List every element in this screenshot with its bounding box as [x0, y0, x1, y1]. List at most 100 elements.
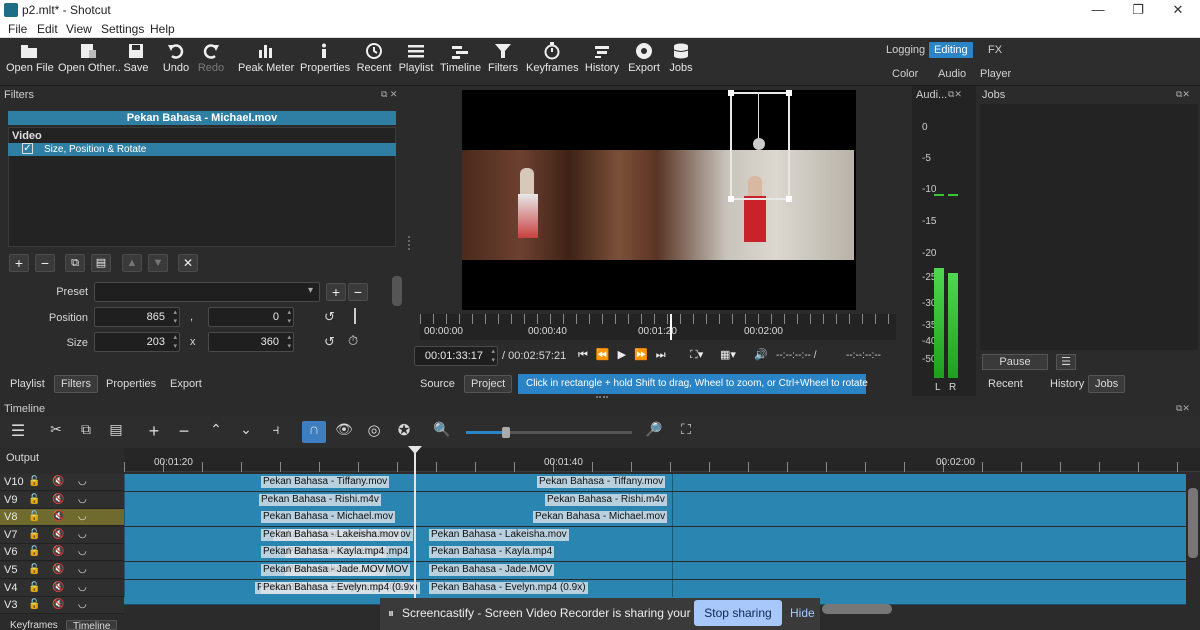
mute-icon[interactable]: 🔇	[52, 476, 64, 487]
layout-color[interactable]: Color	[892, 68, 918, 80]
properties-button[interactable]: Properties	[300, 42, 350, 74]
resize-handle-bottom-left[interactable]	[728, 196, 734, 202]
hide-track-icon[interactable]: ◡	[78, 529, 87, 540]
keyframes-button[interactable]: Keyframes	[526, 42, 579, 74]
filters-button[interactable]: Filters	[486, 42, 520, 74]
remove-filter-button[interactable]: −	[35, 254, 55, 272]
tab-timeline[interactable]: Timeline	[66, 620, 118, 630]
timeline-clip[interactable]: Pekan Bahasa - Rishi.m4v	[124, 492, 672, 509]
splitter-handle-bottom[interactable]	[596, 396, 608, 398]
track-v10[interactable]: Pekan Bahasa - Tiffany.mov Pekan Bahasa -…	[124, 474, 1186, 491]
track-header-v3[interactable]: V3 🔓 🔇 ◡	[0, 597, 124, 614]
lock-icon[interactable]: 🔓	[28, 564, 40, 575]
reset-size-icon[interactable]: ↺	[324, 334, 335, 350]
track-v8[interactable]: Pekan Bahasa - Michael.mov Pekan Bahasa -…	[124, 509, 1186, 526]
rewind-icon[interactable]: ⏪	[596, 349, 618, 361]
position-y-input[interactable]: 0	[208, 307, 294, 327]
append-icon[interactable]: +	[142, 421, 166, 443]
tab-jobs[interactable]: Jobs	[1088, 375, 1126, 393]
hide-banner-link[interactable]: Hide	[790, 606, 815, 620]
timeline-clip[interactable]: Pekan Bahasa - Rishi.m4v	[259, 492, 1186, 509]
jobs-dock-icons[interactable]: ⧉✕	[1176, 89, 1190, 100]
scrub-icon[interactable]: 👁	[332, 421, 356, 443]
player-ruler[interactable]: 00:00:00 00:00:40 00:01:20 00:02:00	[420, 314, 896, 340]
timeline-clip[interactable]: Pekan Bahasa - Lakeisha.mov	[414, 527, 672, 544]
reset-position-icon[interactable]: ↺	[324, 309, 335, 325]
tab-export[interactable]: Export	[164, 376, 208, 392]
track-header-v10[interactable]: V10 🔓 🔇 ◡	[0, 474, 124, 491]
filter-item-size-position-rotate[interactable]: ✓ Size, Position & Rotate	[8, 143, 396, 156]
lift-icon[interactable]: ⌃	[204, 421, 228, 443]
track-header-v7[interactable]: V7 🔓 🔇 ◡	[0, 527, 124, 544]
add-filter-button[interactable]: +	[9, 254, 29, 272]
timeline-playhead[interactable]	[414, 448, 416, 598]
jobs-menu-icon[interactable]: ☰	[1056, 354, 1076, 370]
resize-handle-bottom-right[interactable]	[786, 196, 792, 202]
timeline-ruler[interactable]: 00:01:20 00:01:40 00:02:00	[124, 448, 1200, 472]
fast-forward-icon[interactable]: ⏩	[634, 349, 656, 361]
filters-scrollbar[interactable]	[392, 276, 402, 306]
hide-track-icon[interactable]: ◡	[78, 511, 87, 522]
timeline-horizontal-scrollbar[interactable]	[822, 604, 892, 614]
peak-meter-button[interactable]: Peak Meter	[238, 42, 294, 74]
mute-icon[interactable]: 🔇	[52, 546, 64, 557]
layout-audio[interactable]: Audio	[938, 68, 966, 80]
layout-player[interactable]: Player	[980, 68, 1011, 80]
track-v5[interactable]: Pekan Bahasa - Jade.MOV Pekan Bahasa - Ja…	[124, 562, 1186, 579]
track-v9[interactable]: Pekan Bahasa - Rishi.m4v Pekan Bahasa - R…	[124, 492, 1186, 509]
resize-handle-top-left[interactable]	[728, 90, 734, 96]
split-icon[interactable]: ⫞	[264, 421, 288, 443]
tab-playlist[interactable]: Playlist	[4, 376, 51, 392]
timeline-vertical-scrollbar[interactable]	[1188, 488, 1198, 558]
paste-icon[interactable]: ▤	[104, 421, 128, 443]
preset-combo[interactable]	[94, 282, 320, 302]
tab-keyframes[interactable]: Keyframes	[4, 620, 64, 630]
jobs-button[interactable]: Jobs	[666, 42, 696, 74]
splitter-handle[interactable]	[408, 236, 410, 250]
stop-sharing-button[interactable]: Stop sharing	[694, 600, 782, 626]
recent-button[interactable]: Recent	[356, 42, 392, 74]
track-header-v9[interactable]: V9 🔓 🔇 ◡	[0, 492, 124, 509]
timeline-clip[interactable]: Pekan Bahasa - Jade.MOV	[261, 562, 1186, 579]
menu-edit[interactable]: Edit	[37, 22, 58, 36]
mute-icon[interactable]: 🔇	[52, 494, 64, 505]
current-time-input[interactable]: 00:01:33:17	[414, 346, 498, 366]
track-v4[interactable]: Pekan Bahasa - Evelyn.mp4 (0.9x) Pekan Ba…	[124, 580, 1186, 597]
timeline-clip[interactable]: Pekan Bahasa - Lakeisha.mov	[261, 527, 1186, 544]
timeline-clip[interactable]: Pekan Bahasa - Jade.MOV	[414, 562, 672, 579]
minimize-icon[interactable]: —	[1078, 0, 1118, 20]
tab-recent[interactable]: Recent	[982, 376, 1029, 392]
mute-icon[interactable]: 🔇	[52, 564, 64, 575]
keyframe-toggle-position[interactable]	[354, 308, 356, 324]
video-preview[interactable]	[462, 90, 856, 310]
timeline-clip[interactable]: Pekan Bahasa - Michael.mov	[261, 509, 1186, 526]
hide-track-icon[interactable]: ◡	[78, 582, 87, 593]
zoom-slider[interactable]	[466, 427, 632, 438]
ripple-all-tracks-icon[interactable]: ✪	[392, 421, 416, 443]
zoom-in-icon[interactable]: 🔎	[642, 421, 666, 443]
track-header-v5[interactable]: V5 🔓 🔇 ◡	[0, 562, 124, 579]
lock-icon[interactable]: 🔓	[28, 476, 40, 487]
restore-icon[interactable]: ❐	[1118, 0, 1158, 20]
open-other-button[interactable]: Open Other..	[58, 42, 121, 74]
menu-view[interactable]: View	[66, 22, 92, 36]
lock-icon[interactable]: 🔓	[28, 494, 40, 505]
track-header-v6[interactable]: V6 🔓 🔇 ◡	[0, 544, 124, 561]
undo-button[interactable]: Undo	[162, 42, 190, 74]
layout-logging[interactable]: Logging	[886, 44, 925, 56]
track-v6[interactable]: Pekan Bahasa - Kayla.mp4 Pekan Bahasa - K…	[124, 544, 1186, 561]
timeline-clip[interactable]: Pekan Bahasa - Michael.mov	[124, 509, 672, 526]
hide-track-icon[interactable]: ◡	[78, 564, 87, 575]
tab-properties[interactable]: Properties	[100, 376, 162, 392]
zoom-out-icon[interactable]: 🔍	[430, 421, 454, 443]
skip-next-icon[interactable]: ⏭	[656, 349, 674, 361]
hide-track-icon[interactable]: ◡	[78, 494, 87, 505]
mute-icon[interactable]: 🔇	[52, 582, 64, 593]
rotation-handle[interactable]	[753, 138, 765, 150]
timeline-clip[interactable]: Pekan Bahasa - Tiffany.mov	[124, 474, 672, 491]
open-file-button[interactable]: Open File	[6, 42, 54, 74]
playlist-button[interactable]: Playlist	[398, 42, 434, 74]
filters-dock-icons[interactable]: ⧉ ✕	[381, 89, 397, 100]
timeline-dock-icons[interactable]: ⧉✕	[1176, 403, 1190, 414]
tab-history[interactable]: History	[1044, 376, 1090, 392]
